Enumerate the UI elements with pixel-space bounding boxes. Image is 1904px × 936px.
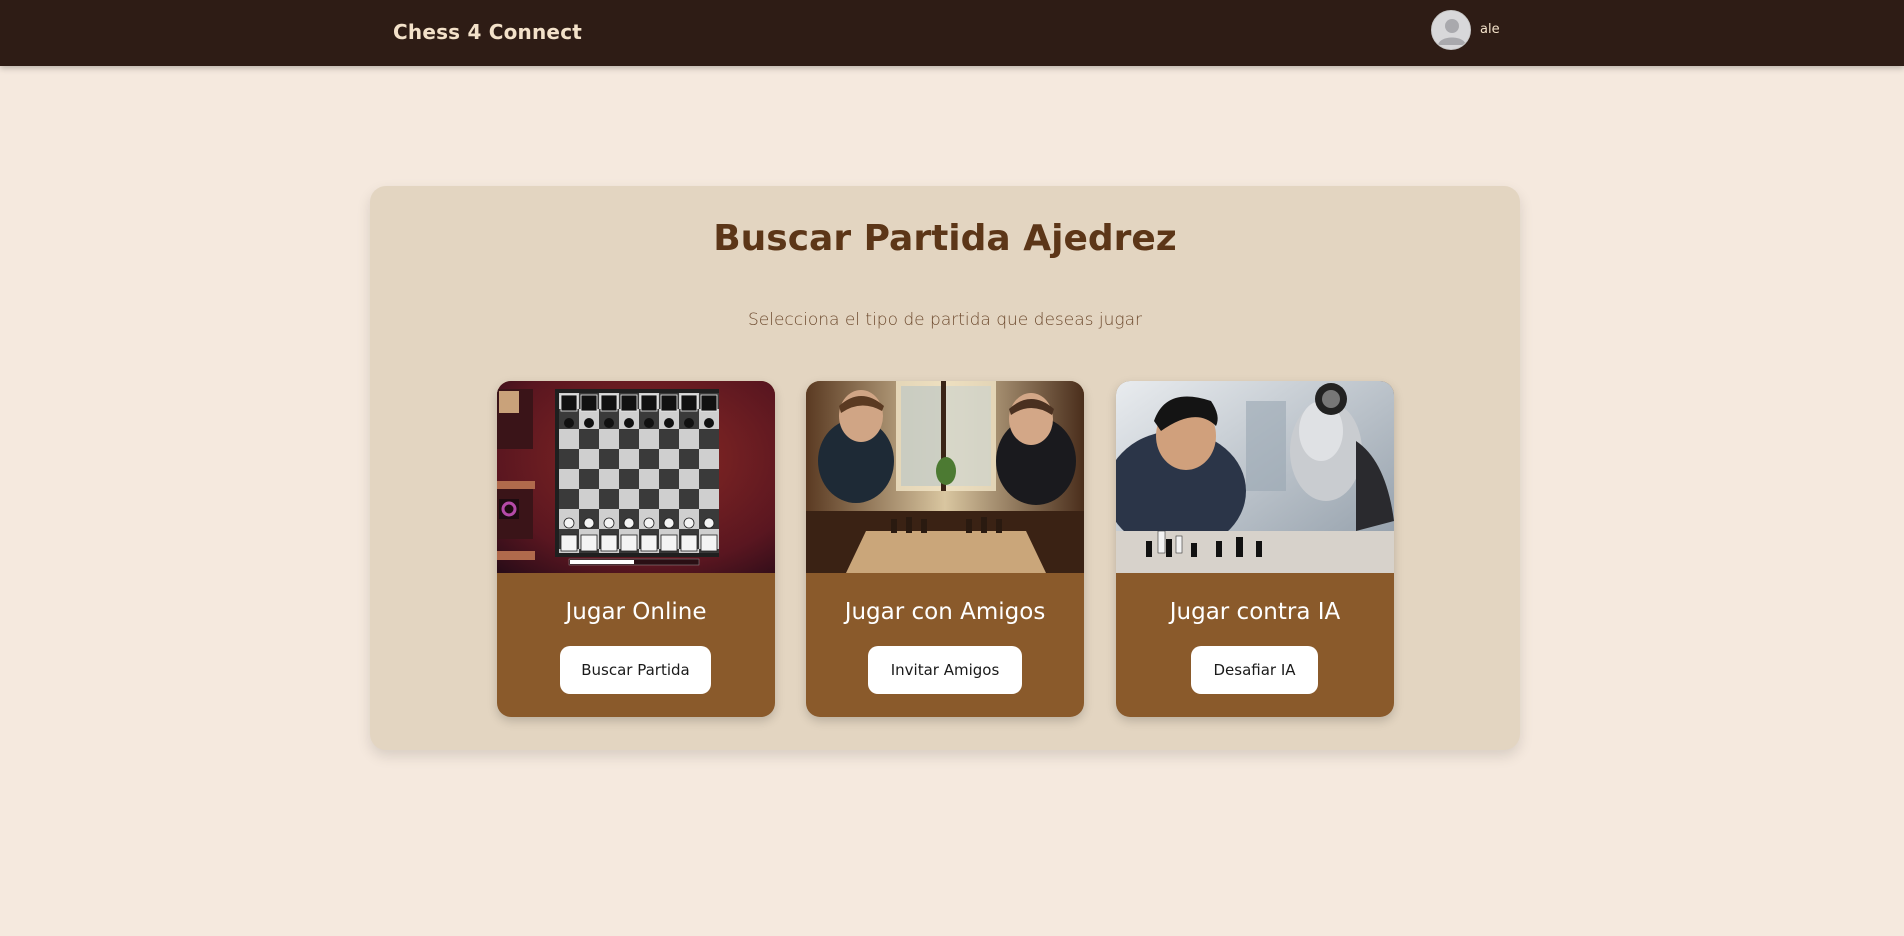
page-subtitle: Selecciona el tipo de partida que deseas…	[747, 310, 1143, 330]
card-play-online: Jugar Online Buscar Partida	[497, 381, 775, 717]
chess-game-screenshot	[497, 381, 775, 573]
brand-logo-text[interactable]: Chess 4 Connect	[393, 20, 582, 44]
invite-friends-button[interactable]: Invitar Amigos	[868, 646, 1022, 694]
search-match-button[interactable]: Buscar Partida	[560, 646, 711, 694]
user-name[interactable]: ale	[1480, 22, 1500, 37]
human-vs-robot-chess-photo	[1116, 381, 1394, 573]
top-navbar: Chess 4 Connect ale	[0, 0, 1904, 66]
card-play-vs-ai: Jugar contra IA Desafiar IA	[1116, 381, 1394, 717]
card-title: Jugar Online	[565, 599, 707, 625]
card-play-with-friends: Jugar con Amigos Invitar Amigos	[806, 381, 1084, 717]
user-avatar-icon[interactable]	[1431, 10, 1471, 50]
card-title: Jugar con Amigos	[844, 599, 1046, 625]
challenge-ai-button[interactable]: Desafiar IA	[1191, 646, 1318, 694]
friends-playing-chess-photo	[806, 381, 1084, 573]
page-title: Buscar Partida Ajedrez	[713, 218, 1177, 259]
card-title: Jugar contra IA	[1169, 599, 1341, 625]
